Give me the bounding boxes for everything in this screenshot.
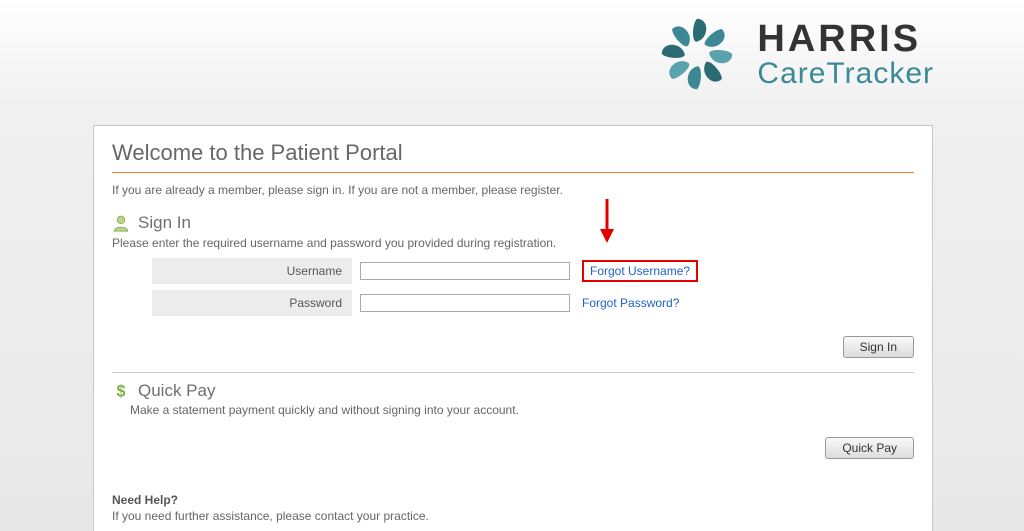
password-input[interactable] xyxy=(360,294,570,312)
forgot-username-link[interactable]: Forgot Username? xyxy=(590,264,690,278)
dollar-icon: $ xyxy=(112,382,130,400)
need-help-sub: If you need further assistance, please c… xyxy=(112,509,914,523)
signin-instructions: Please enter the required username and p… xyxy=(112,236,914,250)
user-icon xyxy=(112,214,130,232)
username-label: Username xyxy=(152,258,352,284)
brand-name-sub: CareTracker xyxy=(757,57,934,91)
username-input[interactable] xyxy=(360,262,570,280)
brand-logo: HARRIS CareTracker xyxy=(653,10,934,98)
brand-name-main: HARRIS xyxy=(757,18,934,61)
signin-form: Username Forgot Username? Password Forgo… xyxy=(152,258,914,316)
quickpay-heading-row: $ Quick Pay xyxy=(112,381,914,401)
forgot-password-link[interactable]: Forgot Password? xyxy=(582,296,679,310)
section-divider xyxy=(112,372,914,373)
quickpay-heading: Quick Pay xyxy=(138,381,215,401)
signin-heading: Sign In xyxy=(138,213,191,233)
title-rule xyxy=(112,172,914,173)
need-help-heading: Need Help? xyxy=(112,493,914,507)
page-subtitle: If you are already a member, please sign… xyxy=(112,183,914,197)
quickpay-sub: Make a statement payment quickly and wit… xyxy=(130,403,914,417)
page-title: Welcome to the Patient Portal xyxy=(112,140,914,166)
login-panel: Welcome to the Patient Portal If you are… xyxy=(93,125,933,531)
quickpay-button[interactable]: Quick Pay xyxy=(825,437,914,459)
svg-text:$: $ xyxy=(116,382,125,400)
signin-heading-row: Sign In xyxy=(112,213,914,233)
forgot-username-highlight: Forgot Username? xyxy=(582,260,698,282)
swirl-icon xyxy=(653,10,741,98)
signin-button[interactable]: Sign In xyxy=(843,336,914,358)
password-label: Password xyxy=(152,290,352,316)
